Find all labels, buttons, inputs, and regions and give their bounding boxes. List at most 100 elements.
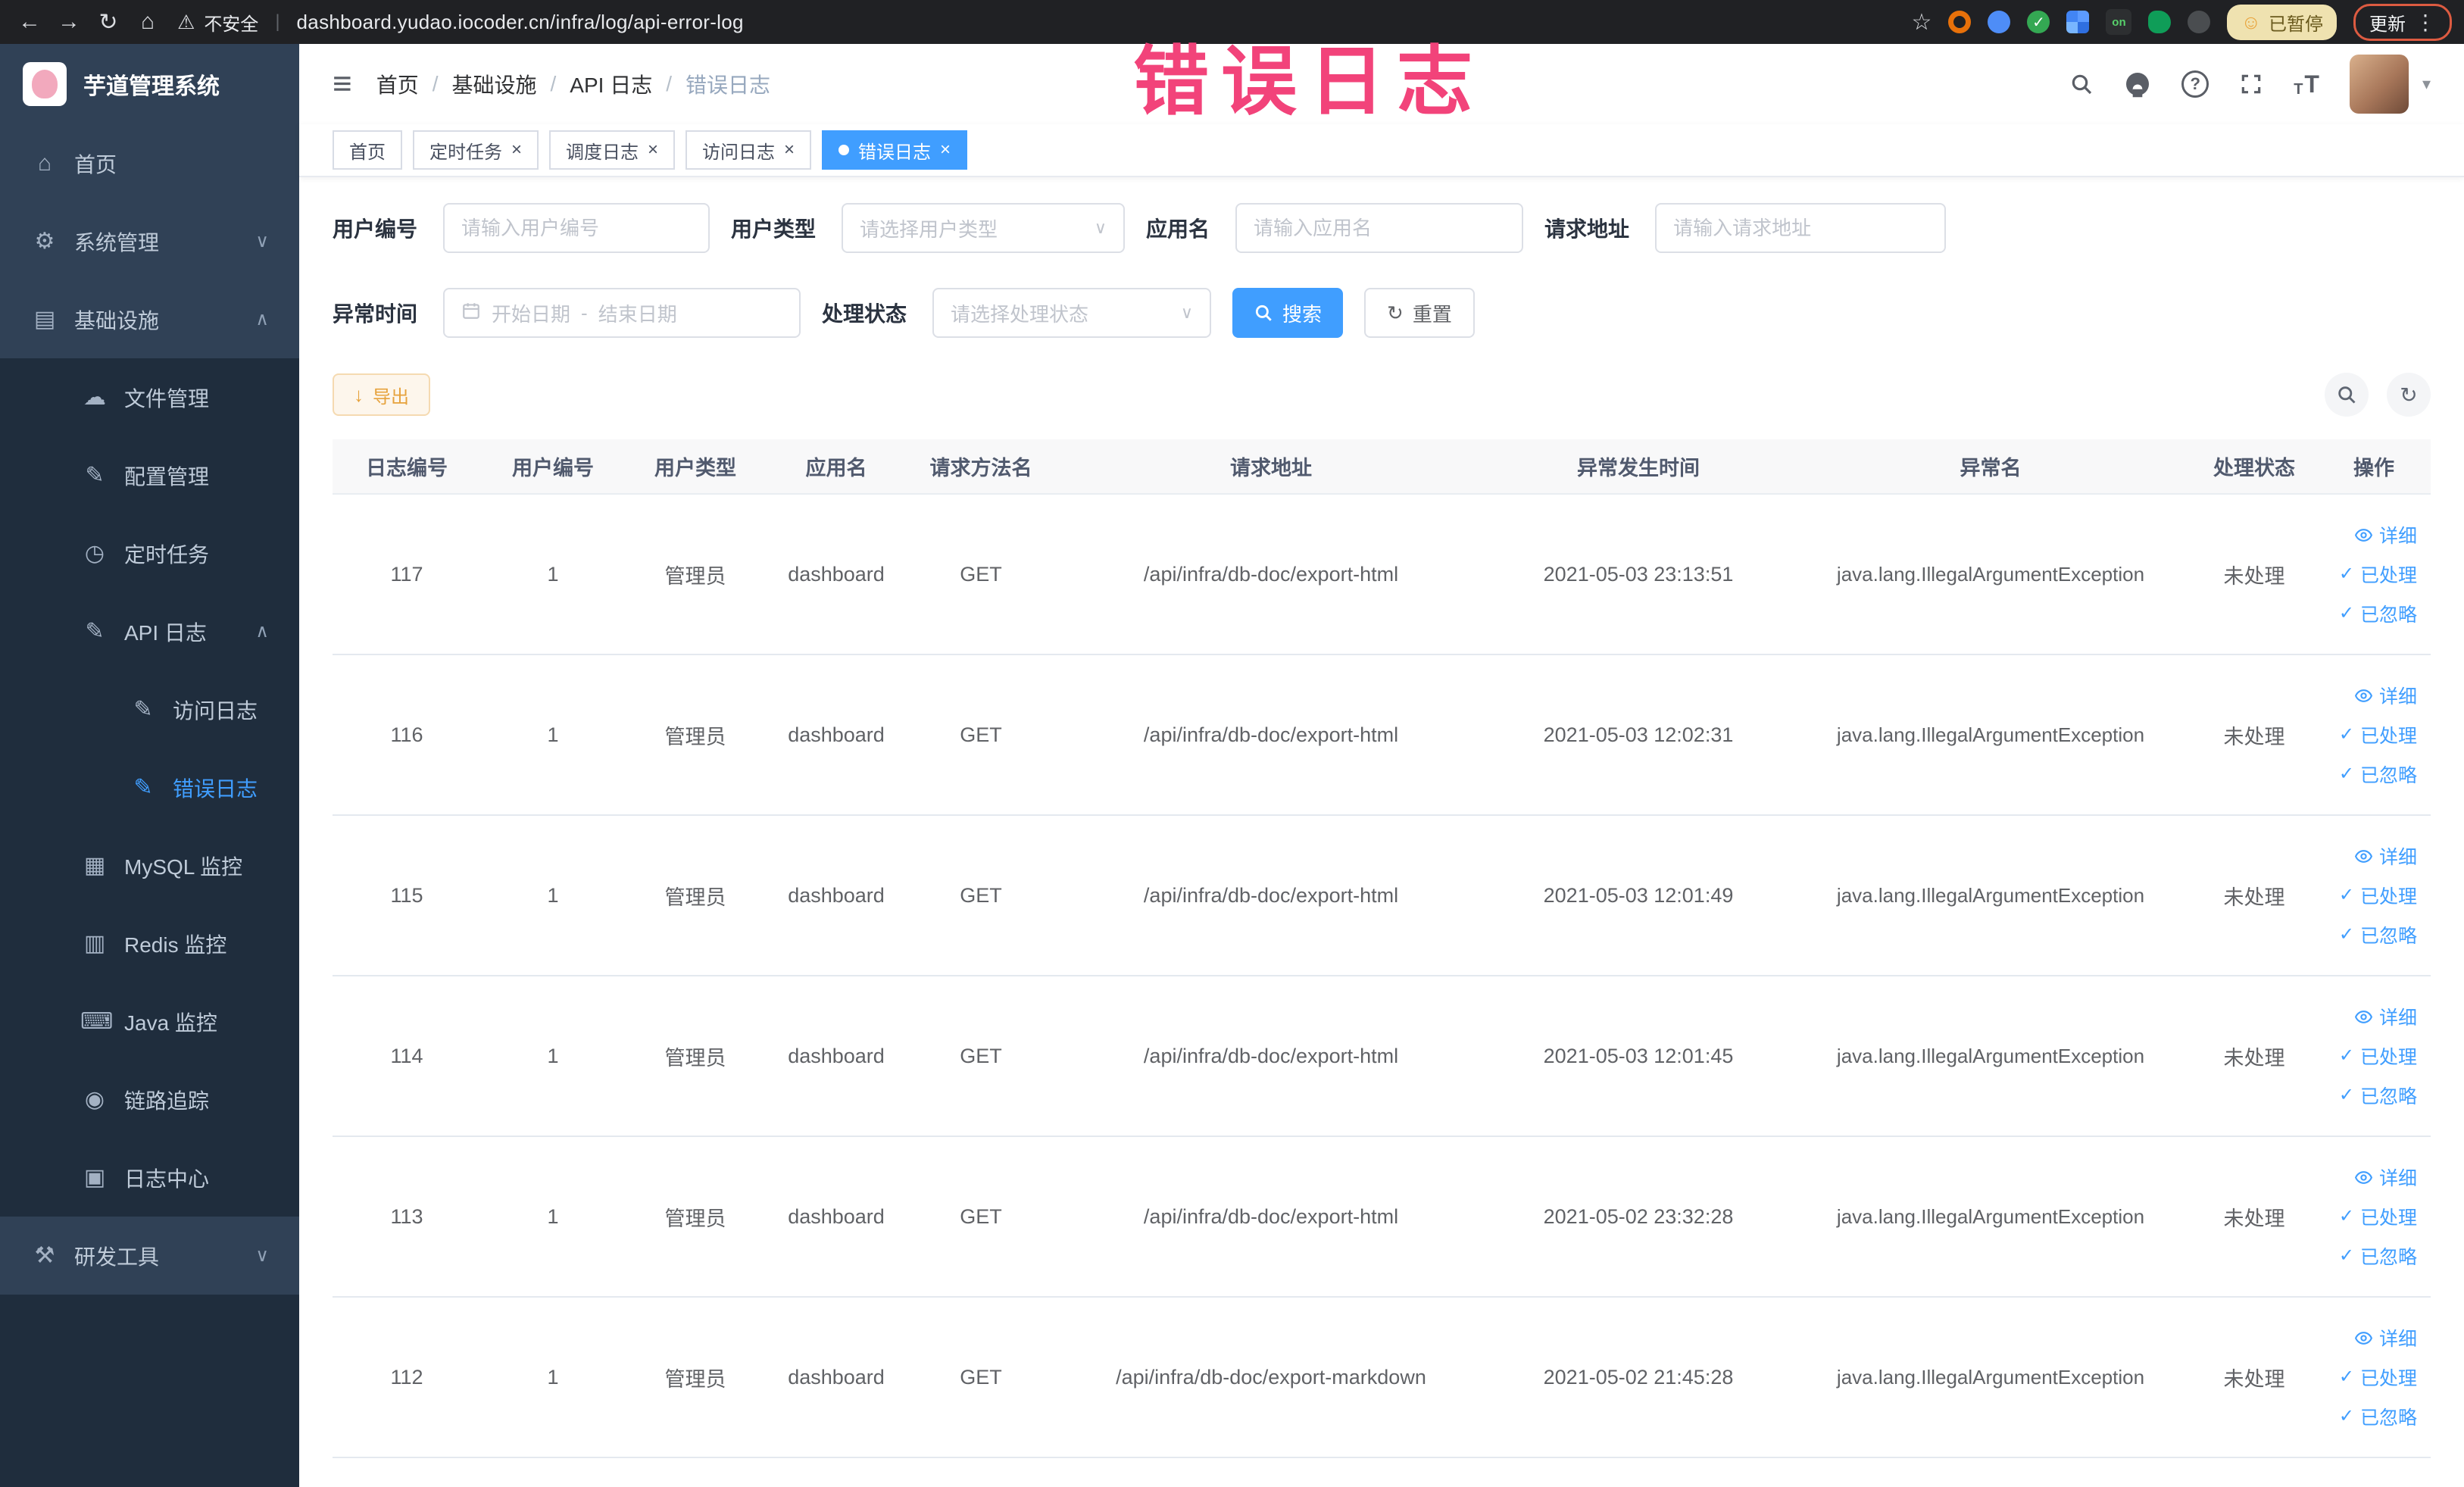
breadcrumb-infrastructure[interactable]: 基础设施 (451, 69, 536, 99)
extension-green-check-icon[interactable]: ✓ (2027, 11, 2050, 33)
tab-scheduled-tasks[interactable]: 定时任务 × (413, 130, 539, 170)
sidebar-item-log-center[interactable]: ▣ 日志中心 (0, 1139, 299, 1217)
font-size-icon[interactable]: TT (2294, 70, 2319, 98)
app-logo[interactable]: 芋道管理系统 (0, 44, 299, 124)
sidebar-item-link-tracing[interactable]: ◉ 链路追踪 (0, 1061, 299, 1139)
infrastructure-icon: ▤ (33, 307, 56, 332)
back-button[interactable]: ← (12, 5, 47, 39)
sidebar-item-mysql-monitor[interactable]: ▦ MySQL 监控 (0, 826, 299, 904)
detail-link[interactable]: 详细 (2354, 1324, 2417, 1351)
check-icon: ✓ (2338, 1206, 2354, 1226)
reset-button[interactable]: ↻ 重置 (1364, 288, 1475, 338)
detail-link[interactable]: 详细 (2354, 521, 2417, 548)
fullscreen-icon[interactable] (2239, 72, 2263, 96)
cell-method: GET (907, 654, 1055, 816)
user-id-input[interactable] (443, 203, 710, 253)
main-area: ≡ 首页 / 基础设施 / API 日志 / 错误日志 ? T T ▾ 首页 定… (299, 44, 2464, 1487)
detail-link[interactable]: 详细 (2354, 842, 2417, 870)
tab-schedule-log[interactable]: 调度日志 × (549, 130, 676, 170)
mark-ignored-link[interactable]: ✓ 已忽略 (2339, 761, 2417, 788)
cell-user-type: 管理员 (625, 1297, 766, 1458)
breadcrumb-separator: / (432, 72, 439, 95)
bookmark-star-icon[interactable]: ☆ (1912, 9, 1932, 36)
eye-icon (2354, 1007, 2373, 1026)
sidebar-item-scheduled-tasks[interactable]: ◷ 定时任务 (0, 514, 299, 592)
export-button[interactable]: ↓ 导出 (333, 373, 430, 416)
search-button[interactable]: 搜索 (1232, 288, 1344, 338)
sidebar-item-file-management[interactable]: ☁ 文件管理 (0, 358, 299, 436)
cell-request-url: /api/infra/db-doc/export-html (1055, 1136, 1487, 1298)
hide-search-button[interactable] (2325, 373, 2369, 417)
close-icon[interactable]: × (784, 141, 795, 159)
search-icon[interactable] (2069, 72, 2094, 96)
process-status-select[interactable]: 请选择处理状态 ∨ (932, 288, 1212, 338)
user-type-select[interactable]: 请选择用户类型 ∨ (842, 203, 1126, 253)
mark-ignored-link[interactable]: ✓ 已忽略 (2339, 1242, 2417, 1270)
mark-ignored-link[interactable]: ✓ 已忽略 (2339, 600, 2417, 627)
reload-button[interactable]: ↻ (91, 5, 126, 39)
extension-orange-icon[interactable] (1948, 11, 1972, 33)
sidebar-item-redis-monitor[interactable]: ▥ Redis 监控 (0, 904, 299, 982)
mark-processed-link[interactable]: ✓ 已处理 (2339, 561, 2417, 588)
extension-paw-icon[interactable] (2188, 11, 2211, 33)
breadcrumb-api-log[interactable]: API 日志 (570, 69, 652, 99)
site-security[interactable]: ⚠ 不安全 (177, 9, 258, 36)
mark-processed-link[interactable]: ✓ 已处理 (2339, 882, 2417, 909)
tab-access-log[interactable]: 访问日志 × (685, 130, 812, 170)
detail-link[interactable]: 详细 (2354, 682, 2417, 709)
sidebar-item-error-log[interactable]: ✎ 错误日志 (0, 748, 299, 826)
mark-ignored-link[interactable]: ✓ 已忽略 (2339, 1082, 2417, 1109)
sidebar-item-dev-tools[interactable]: ⚒ 研发工具 ∨ (0, 1217, 299, 1295)
sidebar-item-access-log[interactable]: ✎ 访问日志 (0, 670, 299, 748)
mark-processed-link[interactable]: ✓ 已处理 (2339, 1203, 2417, 1230)
filter-process-status: 处理状态 请选择处理状态 ∨ (822, 288, 1212, 338)
cell-exception-name: java.lang.IllegalArgumentException (1790, 494, 2191, 655)
table-row: 115 1 管理员 dashboard GET /api/infra/db-do… (333, 815, 2431, 976)
mark-processed-link[interactable]: ✓ 已处理 (2339, 721, 2417, 748)
question-glyph: ? (2190, 74, 2200, 93)
request-url-input[interactable] (1655, 203, 1947, 253)
address-bar[interactable]: dashboard.yudao.iocoder.cn/infra/log/api… (297, 11, 744, 34)
sidebar-item-infrastructure[interactable]: ▤ 基础设施 ∧ (0, 280, 299, 358)
close-icon[interactable]: × (648, 141, 658, 159)
sidebar-item-home[interactable]: ⌂ 首页 (0, 124, 299, 202)
paused-label: 已暂停 (2269, 14, 2323, 35)
extension-on-badge[interactable]: on (2106, 9, 2132, 35)
sidebar-item-java-monitor[interactable]: ⌨ Java 监控 (0, 982, 299, 1061)
avatar[interactable] (2349, 55, 2409, 114)
detail-link[interactable]: 详细 (2354, 1164, 2417, 1191)
refresh-table-button[interactable]: ↻ (2387, 373, 2431, 417)
mark-ignored-link[interactable]: ✓ 已忽略 (2339, 921, 2417, 948)
avatar-caret-icon[interactable]: ▾ (2422, 74, 2431, 94)
update-button[interactable]: 更新 ⋮ (2353, 3, 2452, 41)
cell-user-id: 1 (481, 1297, 625, 1458)
sidebar-item-api-log[interactable]: ✎ API 日志 ∧ (0, 592, 299, 670)
breadcrumb-home[interactable]: 首页 (376, 69, 419, 99)
trace-eye-icon: ◉ (84, 1087, 105, 1112)
eye-icon (2354, 686, 2373, 705)
mark-ignored-link[interactable]: ✓ 已忽略 (2339, 1403, 2417, 1430)
extension-leaf-icon[interactable] (2148, 11, 2172, 33)
mark-processed-link[interactable]: ✓ 已处理 (2339, 1042, 2417, 1070)
small-t-glyph: T (2294, 80, 2303, 98)
github-icon[interactable] (2124, 70, 2151, 98)
sidebar-item-system-management[interactable]: ⚙ 系统管理 ∨ (0, 202, 299, 280)
close-icon[interactable]: × (511, 141, 522, 159)
close-icon[interactable]: × (940, 141, 951, 159)
exception-time-range-picker[interactable]: 开始日期 - 结束日期 (443, 288, 801, 338)
detail-link[interactable]: 详细 (2354, 1003, 2417, 1030)
app-title: 芋道管理系统 (83, 74, 220, 99)
home-button[interactable]: ⌂ (130, 5, 165, 39)
tab-home[interactable]: 首页 (333, 130, 402, 170)
extension-grid-icon[interactable] (2066, 11, 2090, 33)
app-name-input[interactable] (1235, 203, 1524, 253)
mark-processed-link[interactable]: ✓ 已处理 (2339, 1364, 2417, 1391)
forward-button[interactable]: → (52, 5, 86, 39)
extension-blue-drop-icon[interactable] (1988, 11, 2011, 33)
paused-badge[interactable]: ☺ 已暂停 (2227, 4, 2337, 40)
hamburger-icon[interactable]: ≡ (333, 67, 352, 101)
help-icon[interactable]: ? (2181, 70, 2209, 98)
sidebar-item-label: Redis 监控 (124, 932, 227, 957)
sidebar-item-config-management[interactable]: ✎ 配置管理 (0, 436, 299, 514)
tab-error-log[interactable]: 错误日志 × (822, 130, 968, 170)
